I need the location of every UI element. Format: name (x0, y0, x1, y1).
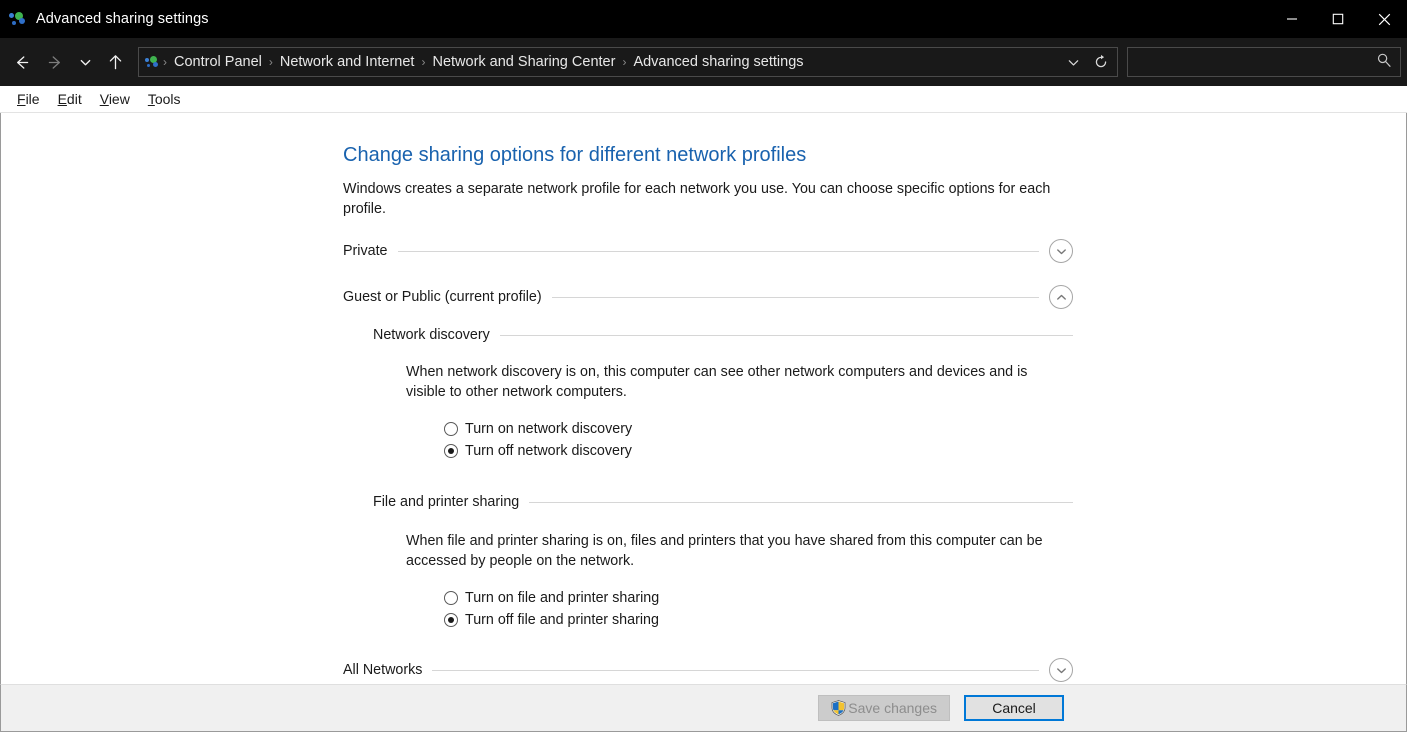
radio-row-turn-on-network-discovery[interactable]: Turn on network discovery (444, 418, 1073, 440)
search-icon[interactable] (1376, 52, 1392, 73)
menu-accel: V (99, 91, 109, 107)
radio-button-turn-off-network-discovery[interactable] (444, 444, 458, 458)
search-input[interactable] (1137, 53, 1376, 71)
cancel-button[interactable]: Cancel (964, 695, 1064, 721)
section-divider (397, 250, 1039, 252)
refresh-button[interactable] (1087, 48, 1115, 76)
radio-button-turn-on-file-and-printer-sharing[interactable] (444, 591, 458, 605)
section-divider (432, 669, 1039, 671)
section-divider (499, 334, 1073, 336)
breadcrumb-item-control-panel[interactable]: Control Panel (168, 51, 268, 73)
menu-rest: ile (25, 91, 40, 107)
menu-item-view[interactable]: View (91, 88, 139, 110)
breadcrumb-network-icon (145, 55, 160, 70)
section-divider (551, 296, 1039, 298)
profile-label-private: Private (343, 243, 388, 259)
radio-label-turn-off-file-and-printer-sharing[interactable]: Turn off file and printer sharing (465, 612, 659, 628)
subsection-description-file-and-printer-sharing: When file and printer sharing is on, fil… (406, 533, 1043, 569)
subsection-header: File and printer sharing (373, 492, 1073, 512)
cancel-label: Cancel (992, 700, 1036, 716)
menu-accel: F (17, 91, 26, 107)
menu-bar: File Edit View Tools (0, 86, 1407, 113)
window-title: Advanced sharing settings (36, 11, 209, 27)
breadcrumb-item-advanced-sharing-settings[interactable]: Advanced sharing settings (627, 51, 809, 73)
radio-group-network-discovery: Turn on network discovery Turn off netwo… (444, 418, 1073, 462)
profile-section-all-networks[interactable]: All Networks (343, 656, 1073, 684)
radio-label-turn-off-network-discovery[interactable]: Turn off network discovery (465, 443, 632, 459)
radio-label-turn-on-network-discovery[interactable]: Turn on network discovery (465, 421, 632, 437)
chevron-up-icon[interactable] (1049, 285, 1073, 309)
window-controls (1269, 0, 1407, 38)
menu-rest: iew (108, 91, 130, 107)
minimize-button[interactable] (1269, 0, 1315, 38)
search-box[interactable] (1127, 47, 1401, 77)
menu-item-file[interactable]: File (8, 88, 49, 110)
radio-row-turn-on-file-and-printer-sharing[interactable]: Turn on file and printer sharing (444, 587, 1073, 609)
menu-rest: ools (154, 91, 181, 107)
profile-label-all-networks: All Networks (343, 662, 423, 678)
menu-item-edit[interactable]: Edit (49, 88, 91, 110)
recent-locations-button[interactable] (72, 45, 98, 79)
chevron-down-icon[interactable] (1049, 658, 1073, 682)
menu-item-tools[interactable]: Tools (139, 88, 190, 110)
subsection-file-and-printer-sharing: File and printer sharing When file and p… (373, 492, 1073, 631)
subsection-header: Network discovery (373, 325, 1073, 345)
menu-accel: E (57, 91, 67, 107)
advanced-sharing-settings-window: Advanced sharing settings › Control Pane… (0, 0, 1407, 732)
chevron-down-icon[interactable] (1049, 239, 1073, 263)
radio-label-turn-on-file-and-printer-sharing[interactable]: Turn on file and printer sharing (465, 590, 659, 606)
page-description: Windows creates a separate network profi… (343, 181, 1051, 217)
address-dropdown-button[interactable] (1059, 48, 1087, 76)
breadcrumb-item-network-and-sharing-center[interactable]: Network and Sharing Center (426, 51, 621, 73)
title-bar[interactable]: Advanced sharing settings (0, 0, 1407, 38)
navigation-bar: › Control Panel › Network and Internet ›… (0, 38, 1407, 86)
save-changes-label: Save changes (848, 700, 937, 716)
menu-rest: dit (66, 91, 82, 107)
save-changes-button[interactable]: Save changes (818, 695, 950, 721)
radio-row-turn-off-network-discovery[interactable]: Turn off network discovery (444, 440, 1073, 462)
dialog-footer: Save changes Cancel (0, 684, 1407, 732)
up-one-level-button[interactable] (98, 45, 132, 79)
profile-label-guest-or-public: Guest or Public (current profile) (343, 289, 542, 305)
radio-row-turn-off-file-and-printer-sharing[interactable]: Turn off file and printer sharing (444, 609, 1073, 631)
breadcrumb-item-network-and-internet[interactable]: Network and Internet (274, 51, 421, 73)
subsection-description-network-discovery: When network discovery is on, this compu… (406, 364, 1028, 400)
profile-section-guest-or-public[interactable]: Guest or Public (current profile) (343, 283, 1073, 311)
radio-button-turn-off-file-and-printer-sharing[interactable] (444, 613, 458, 627)
forward-button[interactable] (38, 45, 72, 79)
address-bar[interactable]: › Control Panel › Network and Internet ›… (138, 47, 1118, 77)
back-button[interactable] (4, 45, 38, 79)
maximize-button[interactable] (1315, 0, 1361, 38)
subsection-title-network-discovery: Network discovery (373, 327, 490, 343)
close-button[interactable] (1361, 0, 1407, 38)
profile-section-private[interactable]: Private (343, 237, 1073, 265)
subsection-title-file-and-printer-sharing: File and printer sharing (373, 494, 520, 510)
network-sharing-icon (9, 10, 27, 28)
menu-accel: T (147, 91, 155, 107)
uac-shield-icon (831, 700, 846, 716)
page-title: Change sharing options for different net… (343, 144, 807, 166)
radio-button-turn-on-network-discovery[interactable] (444, 422, 458, 436)
content-area: Change sharing options for different net… (0, 113, 1407, 684)
radio-group-file-and-printer-sharing: Turn on file and printer sharing Turn of… (444, 587, 1073, 631)
subsection-network-discovery: Network discovery When network discovery… (373, 325, 1073, 462)
section-divider (529, 501, 1073, 503)
